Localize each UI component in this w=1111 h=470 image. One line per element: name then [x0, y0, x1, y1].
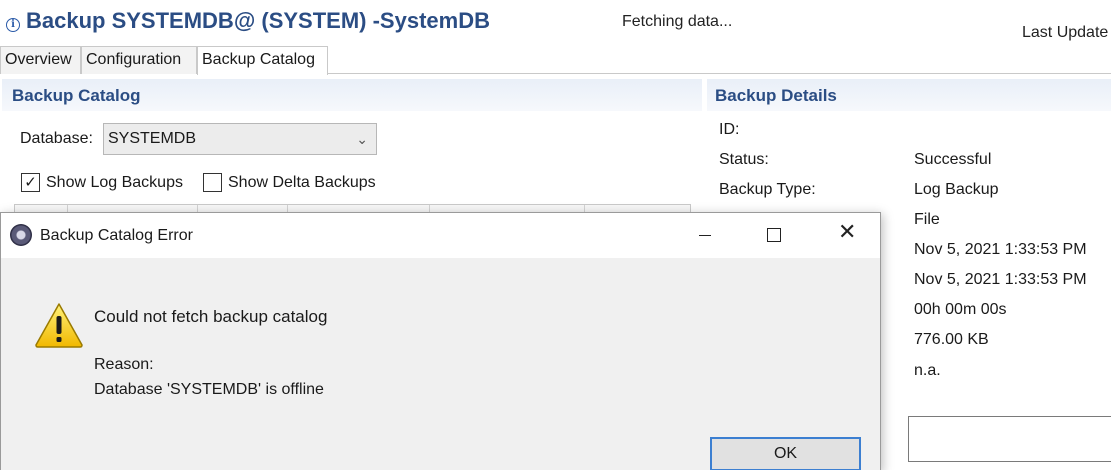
backup-catalog-title: Backup Catalog — [12, 86, 141, 105]
show-log-backups-label: Show Log Backups — [46, 174, 183, 191]
detail-value-backup-type: Log Backup — [914, 181, 999, 198]
show-delta-backups-checkbox[interactable]: Show Delta Backups — [203, 172, 393, 194]
maximize-button[interactable] — [743, 213, 803, 258]
tab-backup-catalog[interactable]: Backup Catalog — [197, 46, 328, 75]
last-update-label: Last Update — [1022, 24, 1109, 41]
detail-value-finished: Nov 5, 2021 1:33:53 PM — [914, 271, 1087, 288]
maximize-icon — [767, 228, 781, 242]
tab-bar: Overview Configuration Backup Catalog — [0, 44, 1111, 75]
tab-overview[interactable]: Overview — [0, 46, 81, 74]
backup-details-title: Backup Details — [715, 86, 837, 105]
details-text-area[interactable] — [908, 416, 1111, 462]
dialog-titlebar[interactable]: Backup Catalog Error ✕ — [1, 213, 880, 258]
error-dialog: Backup Catalog Error ✕ Could not fetch b… — [0, 212, 881, 470]
dialog-message: Could not fetch backup catalog — [94, 307, 328, 326]
detail-value-started: Nov 5, 2021 1:33:53 PM — [914, 241, 1087, 258]
close-icon: ✕ — [838, 220, 857, 245]
backup-catalog-header: Backup Catalog — [2, 79, 702, 111]
status-text: Fetching data... — [622, 13, 733, 30]
detail-label-id: ID: — [719, 121, 740, 138]
detail-value-destination: File — [914, 211, 940, 228]
detail-label-backup-type: Backup Type: — [719, 181, 816, 198]
checkbox-unchecked-icon — [203, 173, 222, 192]
page-title: Backup SYSTEMDB@ (SYSTEM) -SystemDB — [26, 8, 490, 33]
detail-label-status: Status: — [719, 151, 769, 168]
database-label: Database: — [20, 130, 93, 147]
dialog-title: Backup Catalog Error — [40, 227, 193, 244]
warning-icon — [35, 303, 83, 348]
minimize-icon — [699, 235, 711, 236]
app-icon — [10, 224, 32, 246]
database-select[interactable]: SYSTEMDB ⌄ — [103, 123, 377, 155]
dialog-reason: Database 'SYSTEMDB' is offline — [94, 381, 324, 398]
ok-button[interactable]: OK — [710, 437, 861, 470]
database-select-value: SYSTEMDB — [108, 130, 197, 147]
show-log-backups-checkbox[interactable]: ✓ Show Log Backups — [21, 172, 201, 194]
show-delta-backups-label: Show Delta Backups — [228, 174, 376, 191]
detail-value-size: 776.00 KB — [914, 331, 989, 348]
detail-value-throughput: n.a. — [914, 362, 941, 379]
info-icon: i — [6, 18, 20, 32]
close-button[interactable]: ✕ — [816, 213, 876, 258]
detail-value-duration: 00h 00m 00s — [914, 301, 1007, 318]
chevron-down-icon: ⌄ — [356, 131, 368, 147]
checkbox-checked-icon: ✓ — [21, 173, 40, 192]
backup-details-header: Backup Details — [707, 79, 1111, 111]
tab-configuration[interactable]: Configuration — [81, 46, 197, 74]
dialog-reason-label: Reason: — [94, 356, 154, 373]
minimize-button[interactable] — [675, 213, 735, 258]
detail-value-status: Successful — [914, 151, 992, 168]
title-bar: i Backup SYSTEMDB@ (SYSTEM) -SystemDB Fe… — [0, 0, 1111, 44]
